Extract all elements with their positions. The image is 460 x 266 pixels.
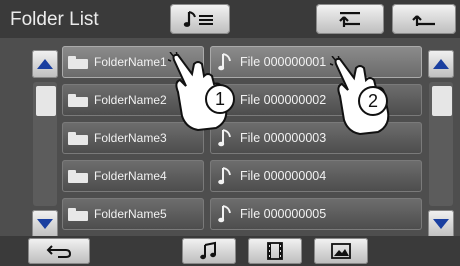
file-item-5[interactable]: File 000000005: [210, 198, 422, 230]
triangle-down-icon: [37, 219, 53, 229]
return-button[interactable]: [392, 4, 456, 34]
folder-item-label: FolderName3: [94, 131, 167, 145]
folder-icon: [68, 131, 88, 145]
folder-item-label: FolderName1: [94, 55, 167, 69]
video-icon: [267, 242, 283, 260]
folder-scroll-up-button[interactable]: [32, 50, 58, 78]
file-scroll-track[interactable]: [429, 82, 453, 206]
folder-icon: [68, 169, 88, 183]
file-scroll-up-button[interactable]: [428, 50, 454, 78]
upper-folder-button[interactable]: [316, 4, 384, 34]
music-list-icon: [183, 11, 213, 27]
triangle-up-icon: [433, 59, 449, 69]
upper-folder-icon: [339, 12, 360, 27]
file-scrollbar[interactable]: [428, 42, 454, 238]
music-filter-button[interactable]: [182, 238, 236, 264]
music-note-icon: [218, 165, 234, 187]
folder-scroll-track[interactable]: [33, 82, 57, 206]
folder-scroll-down-button[interactable]: [32, 210, 58, 238]
music-list-button[interactable]: [170, 4, 230, 34]
folder-list-screen: Folder List FolderName1 FolderName2 Fold…: [0, 0, 460, 266]
folder-scroll-thumb[interactable]: [36, 86, 56, 116]
folder-icon: [68, 93, 88, 107]
picture-filter-button[interactable]: [314, 238, 368, 264]
music-note-icon: [218, 203, 234, 225]
file-scroll-thumb[interactable]: [432, 86, 452, 116]
back-button[interactable]: [28, 238, 90, 264]
folder-item-4[interactable]: FolderName4: [62, 160, 204, 192]
picture-icon: [331, 243, 351, 259]
header-bar: Folder List: [0, 0, 460, 38]
folder-icon: [68, 55, 88, 69]
file-item-label: File 000000005: [240, 207, 327, 221]
folder-icon: [68, 207, 88, 221]
video-filter-button[interactable]: [248, 238, 302, 264]
callout-step-2: 2: [358, 86, 388, 116]
file-item-label: File 000000004: [240, 169, 327, 183]
triangle-up-icon: [37, 59, 53, 69]
folder-item-5[interactable]: FolderName5: [62, 198, 204, 230]
file-item-4[interactable]: File 000000004: [210, 160, 422, 192]
folder-item-label: FolderName5: [94, 207, 167, 221]
callout-step-1: 1: [205, 84, 235, 114]
back-icon: [46, 245, 72, 258]
file-item-label: File 000000001: [240, 55, 327, 69]
return-icon: [412, 15, 435, 26]
bottom-bar: [0, 236, 460, 266]
file-scroll-down-button[interactable]: [428, 210, 454, 238]
file-item-label: File 000000003: [240, 131, 327, 145]
file-item-label: File 000000002: [240, 93, 327, 107]
folder-scrollbar[interactable]: [32, 42, 58, 238]
triangle-down-icon: [433, 219, 449, 229]
folder-item-label: FolderName4: [94, 169, 167, 183]
folder-item-label: FolderName2: [94, 93, 167, 107]
music-icon: [200, 241, 216, 260]
page-title: Folder List: [10, 9, 99, 30]
